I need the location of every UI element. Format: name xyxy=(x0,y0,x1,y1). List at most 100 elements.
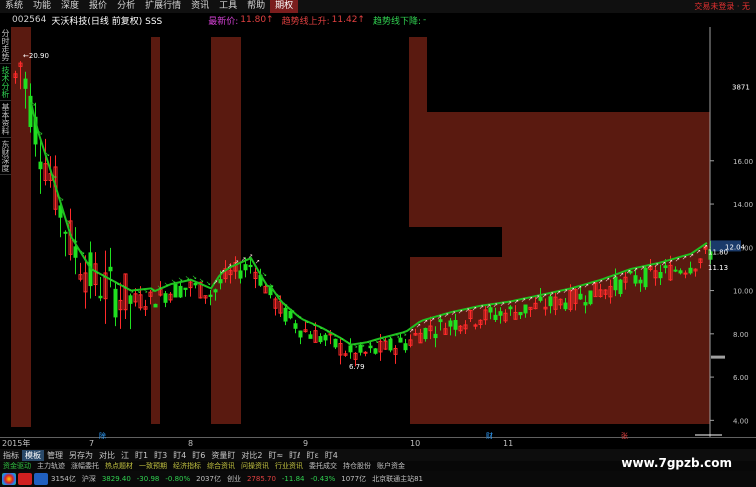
news-link[interactable]: 持仓股份 xyxy=(340,461,374,471)
trend-arrow: ↗ xyxy=(563,288,568,295)
candle-body xyxy=(323,334,328,341)
trend-arrow: ↗ xyxy=(521,297,526,304)
trend-arrow: ↗ xyxy=(689,252,694,259)
trend-arrow: ↘ xyxy=(199,277,204,284)
control-item[interactable]: 另存为 xyxy=(66,450,96,461)
control-item[interactable]: 江 xyxy=(118,450,132,461)
trend-arrow: ↘ xyxy=(283,301,288,308)
trend-arrow: ↗ xyxy=(248,253,253,260)
trend-arrow: ↗ xyxy=(661,260,666,267)
stock-name: 天沃科技(日线 前复权) SSS xyxy=(51,16,163,27)
menu-item[interactable]: 期权 xyxy=(270,0,299,13)
candle-body xyxy=(448,320,453,327)
login-status[interactable]: 交易未登录 · 无 xyxy=(694,0,750,13)
control-item[interactable]: 盯4 xyxy=(170,450,189,461)
menu-item[interactable]: 报价 xyxy=(84,0,112,13)
control-item[interactable]: 对比2 xyxy=(238,450,265,461)
candle-body xyxy=(318,336,323,343)
news-link[interactable]: 委托成交 xyxy=(306,461,340,471)
candle-body xyxy=(178,285,183,298)
trend-arrow: ↗ xyxy=(640,265,645,272)
event-marker[interactable]: 张 xyxy=(621,430,628,442)
trend-arrow: ↗ xyxy=(584,283,589,290)
control-item[interactable]: 盯4 xyxy=(322,450,341,461)
news-link[interactable]: 资金驱动 xyxy=(0,461,34,471)
candle-body xyxy=(578,293,583,300)
status-item: -11.84 xyxy=(281,475,305,483)
y-tick-label: 8.00 xyxy=(733,331,749,339)
candle-body xyxy=(208,294,213,297)
trend-arrow: ↘ xyxy=(325,328,330,335)
candle-body xyxy=(298,330,303,338)
latest-price-value: 11.80↑ xyxy=(240,15,274,25)
chart-cutout xyxy=(405,227,502,257)
news-link[interactable]: 一致预期 xyxy=(136,461,170,471)
control-item[interactable]: 盯3 xyxy=(151,450,170,461)
app-icon[interactable] xyxy=(18,473,32,485)
menu-item[interactable]: 功能 xyxy=(28,0,56,13)
news-link[interactable]: 涨幅委托 xyxy=(68,461,102,471)
trend-arrow: ↘ xyxy=(150,287,155,294)
menu-item[interactable]: 系统 xyxy=(0,0,28,13)
trend-arrow: ↘ xyxy=(402,331,407,338)
trend-arrow: ↗ xyxy=(437,314,442,321)
left-tab[interactable]: 技术分析 xyxy=(0,64,11,101)
app-icon[interactable] xyxy=(34,473,48,485)
news-link[interactable]: 综合资讯 xyxy=(204,461,238,471)
control-item[interactable]: 资量盯 xyxy=(208,450,238,461)
menu-item[interactable]: 资讯 xyxy=(186,0,214,13)
control-item[interactable]: 盯ℓ xyxy=(286,450,303,461)
trend-arrow: ↘ xyxy=(395,333,400,340)
trend-arrow: ↘ xyxy=(374,338,379,345)
candle-body xyxy=(283,307,288,322)
control-item[interactable]: 盯ε xyxy=(303,450,321,461)
news-link[interactable]: 热点题材 xyxy=(102,461,136,471)
left-tab[interactable]: 基本资料 xyxy=(0,101,11,138)
event-marker[interactable]: 财 xyxy=(486,430,493,442)
trend-arrow: ↘ xyxy=(122,284,127,291)
trend-arrow: ↘ xyxy=(311,321,316,328)
news-link[interactable]: 行业资讯 xyxy=(272,461,306,471)
y-tick-label: 14.00 xyxy=(733,201,753,209)
candle-body xyxy=(633,275,638,284)
news-link[interactable]: 账户资金 xyxy=(374,461,408,471)
trend-arrow: ↘ xyxy=(178,276,183,283)
trend-arrow: ↘ xyxy=(129,287,134,294)
trend-arrow: ↘ xyxy=(115,280,120,287)
candle-body xyxy=(563,302,568,310)
trend-arrow: ↗ xyxy=(612,274,617,281)
menu-item[interactable]: 帮助 xyxy=(242,0,270,13)
left-tab[interactable]: 东财深度 xyxy=(0,138,11,175)
control-item[interactable]: 管理 xyxy=(44,450,66,461)
candle-body xyxy=(238,270,243,279)
control-item[interactable]: 盯6 xyxy=(189,450,208,461)
menu-item[interactable]: 工具 xyxy=(214,0,242,13)
news-link[interactable]: 问操资讯 xyxy=(238,461,272,471)
news-link[interactable]: 主力轨迹 xyxy=(34,461,68,471)
control-item[interactable]: 指标 xyxy=(0,450,22,461)
trend-arrow: ↗ xyxy=(605,276,610,283)
candle-body xyxy=(243,264,248,271)
event-marker[interactable]: 除 xyxy=(99,430,106,442)
trend-arrow: ↘ xyxy=(206,280,211,287)
control-item[interactable]: 盯1 xyxy=(132,450,151,461)
watermark: www.7gpzb.com xyxy=(621,456,732,470)
trend-arrow: ↗ xyxy=(535,294,540,301)
menu-item[interactable]: 深度 xyxy=(56,0,84,13)
start-icon[interactable] xyxy=(2,473,16,485)
control-item[interactable]: 模板 xyxy=(22,449,44,461)
left-tab[interactable]: 分时走势 xyxy=(0,27,11,64)
trend-arrow: ↗ xyxy=(514,299,519,306)
trend-arrow: ↗ xyxy=(668,258,673,265)
kline-chart[interactable]: ↘↘↘↘↘↘↘↘↘↘↘↘↘↘↘ ↘ ↘ ↘ ↘ ↘ ↘ ↘ ↘ ↘ ↘ ↘ ↗↗↗↗ ↗ ↗↗↘↘↘↘↘↘↘… xyxy=(11,27,756,437)
control-item[interactable]: 对比 xyxy=(96,450,118,461)
candle-body xyxy=(508,306,513,310)
status-item: -0.80% xyxy=(165,475,191,483)
menu-item[interactable]: 扩展行情 xyxy=(140,0,186,13)
control-item[interactable]: 盯≈ xyxy=(265,450,286,461)
scroll-marker xyxy=(711,355,725,359)
trend-arrow: ↘ xyxy=(360,341,365,348)
trend-arrow: ↗ xyxy=(416,322,421,329)
menu-item[interactable]: 分析 xyxy=(112,0,140,13)
news-link[interactable]: 经济指标 xyxy=(170,461,204,471)
